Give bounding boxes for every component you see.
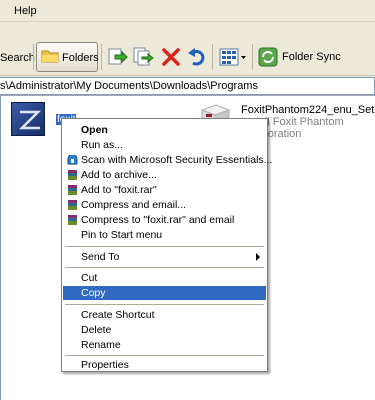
delete-icon[interactable] [160, 46, 182, 68]
winrar-icon [68, 170, 77, 180]
undo-icon[interactable] [186, 46, 208, 68]
menu-item-delete[interactable]: Delete [63, 323, 266, 337]
copy-to-icon[interactable] [132, 46, 154, 68]
menu-item-label: Compress to "foxit.rar" and email [81, 214, 235, 226]
menu-item-open[interactable]: Open [63, 123, 266, 137]
menu-item-scan[interactable]: Scan with Microsoft Security Essentials.… [63, 153, 272, 167]
sync-icon [258, 47, 278, 67]
menu-separator [65, 304, 264, 305]
menu-item-label: Copy [81, 287, 106, 299]
menu-item-create-shortcut[interactable]: Create Shortcut [63, 308, 266, 322]
menu-help[interactable]: Help [14, 5, 37, 17]
toolbar-separator [212, 44, 213, 70]
address-path: s\Administrator\My Documents\Downloads\P… [0, 80, 258, 92]
menu-item-label: Open [81, 124, 108, 136]
menu-item-run-as[interactable]: Run as... [63, 138, 266, 152]
menu-separator [65, 355, 264, 356]
winrar-icon [68, 200, 77, 210]
folders-button[interactable]: Folders [36, 42, 99, 72]
search-button[interactable]: Search [0, 52, 35, 64]
folders-label: Folders [62, 52, 99, 64]
menu-item-copy[interactable]: Copy [63, 286, 266, 300]
menu-item-rename[interactable]: Rename [63, 338, 266, 352]
menu-item-send-to[interactable]: Send To [63, 250, 266, 264]
menu-item-label: Send To [81, 251, 120, 263]
menu-item-label: Compress and email... [81, 199, 187, 211]
context-menu: Open Run as... Scan with Microsoft Secur… [61, 118, 272, 372]
winrar-icon [68, 185, 77, 195]
foxit-z-icon[interactable] [11, 102, 45, 136]
menu-item-compress-to-rar-email[interactable]: Compress to "foxit.rar" and email [63, 213, 266, 227]
z-logo-icon [18, 110, 42, 130]
submenu-arrow-icon [256, 253, 260, 261]
file-name-phantom: FoxitPhantom224_enu_Setup [241, 104, 375, 116]
menu-item-label: Cut [81, 272, 98, 284]
folder-icon [41, 50, 59, 63]
menu-item-properties[interactable]: Properties [63, 358, 266, 372]
toolbar-separator [33, 44, 34, 70]
menu-item-label: Delete [81, 324, 112, 336]
menu-item-compress-email[interactable]: Compress and email... [63, 198, 266, 212]
menu-item-label: Run as... [81, 139, 124, 151]
folder-sync-label: Folder Sync [282, 51, 341, 63]
address-bar: s\Administrator\My Documents\Downloads\P… [0, 76, 375, 96]
menu-item-label: Add to "foxit.rar" [81, 184, 157, 196]
menu-item-cut[interactable]: Cut [63, 271, 266, 285]
menu-item-label: Create Shortcut [81, 309, 155, 321]
menu-item-add-to-archive[interactable]: Add to archive... [63, 168, 266, 182]
winrar-icon [68, 215, 77, 225]
toolbar: Search Folders Folder Sync [0, 22, 375, 76]
toolbar-separator [101, 44, 102, 70]
menu-item-add-to-rar[interactable]: Add to "foxit.rar" [63, 183, 266, 197]
menu-bar: Help [0, 0, 375, 22]
menu-item-label: Properties [81, 359, 129, 371]
menu-item-label: Add to archive... [81, 169, 157, 181]
address-field[interactable]: s\Administrator\My Documents\Downloads\P… [0, 77, 375, 95]
security-essentials-icon [67, 155, 78, 165]
menu-item-label: Scan with Microsoft Security Essentials.… [81, 154, 273, 166]
move-to-icon[interactable] [106, 46, 128, 68]
folder-sync-button[interactable]: Folder Sync [258, 46, 358, 68]
menu-item-label: Rename [81, 339, 121, 351]
menu-separator [65, 267, 264, 268]
menu-item-pin-start[interactable]: Pin to Start menu [63, 228, 266, 242]
menu-separator [65, 246, 264, 247]
menu-item-label: Pin to Start menu [81, 229, 163, 241]
toolbar-separator [252, 44, 253, 70]
views-icon[interactable] [218, 46, 248, 68]
